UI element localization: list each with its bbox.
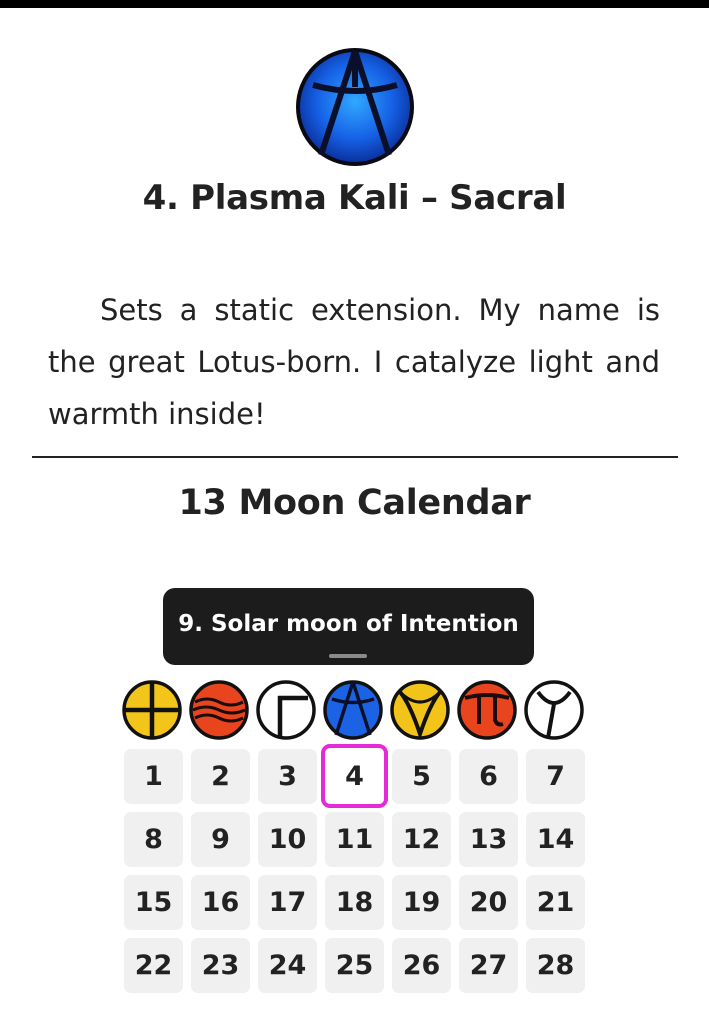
silio-plasma-icon[interactable] bbox=[524, 680, 584, 740]
day-cell[interactable]: 19 bbox=[392, 875, 451, 930]
day-cell[interactable]: 12 bbox=[392, 812, 451, 867]
gamma-plasma-icon[interactable] bbox=[256, 680, 316, 740]
day-cell[interactable]: 5 bbox=[392, 749, 451, 804]
day-cell[interactable]: 11 bbox=[325, 812, 384, 867]
alpha-plasma-icon[interactable] bbox=[390, 680, 450, 740]
dali-plasma-icon[interactable] bbox=[122, 680, 182, 740]
day-cell[interactable]: 2 bbox=[191, 749, 250, 804]
day-cell[interactable]: 8 bbox=[124, 812, 183, 867]
day-cell[interactable]: 24 bbox=[258, 938, 317, 993]
day-cell[interactable]: 26 bbox=[392, 938, 451, 993]
day-cell[interactable]: 1 bbox=[124, 749, 183, 804]
day-cell[interactable]: 18 bbox=[325, 875, 384, 930]
day-cell[interactable]: 9 bbox=[191, 812, 250, 867]
top-bar bbox=[0, 0, 709, 8]
tooltip-arrow bbox=[329, 654, 367, 658]
day-cell[interactable]: 14 bbox=[526, 812, 585, 867]
day-cell[interactable]: 3 bbox=[258, 749, 317, 804]
plasma-header-row bbox=[122, 680, 588, 740]
day-cell[interactable]: 6 bbox=[459, 749, 518, 804]
day-cell[interactable]: 23 bbox=[191, 938, 250, 993]
moon-tooltip: 9. Solar moon of Intention bbox=[163, 588, 534, 665]
day-cell-selected[interactable]: 4 bbox=[321, 744, 388, 808]
day-cell[interactable]: 13 bbox=[459, 812, 518, 867]
day-cell[interactable]: 22 bbox=[124, 938, 183, 993]
day-cell[interactable]: 25 bbox=[325, 938, 384, 993]
day-cell[interactable]: 17 bbox=[258, 875, 317, 930]
day-cell[interactable]: 10 bbox=[258, 812, 317, 867]
seli-plasma-icon[interactable] bbox=[189, 680, 249, 740]
plasma-description: Sets a static extension. My name is the … bbox=[48, 293, 660, 431]
moon-tooltip-text: 9. Solar moon of Intention bbox=[178, 611, 519, 637]
calendar-title: 13 Moon Calendar bbox=[178, 483, 531, 523]
day-cell[interactable]: 7 bbox=[526, 749, 585, 804]
day-cell[interactable]: 15 bbox=[124, 875, 183, 930]
day-cell[interactable]: 27 bbox=[459, 938, 518, 993]
plasma-title: 4. Plasma Kali – Sacral bbox=[142, 178, 567, 218]
kali-plasma-icon[interactable] bbox=[323, 680, 383, 740]
divider bbox=[32, 456, 678, 458]
day-cell[interactable]: 28 bbox=[526, 938, 585, 993]
limi-plasma-icon[interactable] bbox=[457, 680, 517, 740]
day-cell[interactable]: 20 bbox=[459, 875, 518, 930]
kali-plasma-icon bbox=[296, 48, 414, 166]
day-cell[interactable]: 16 bbox=[191, 875, 250, 930]
day-cell[interactable]: 21 bbox=[526, 875, 585, 930]
